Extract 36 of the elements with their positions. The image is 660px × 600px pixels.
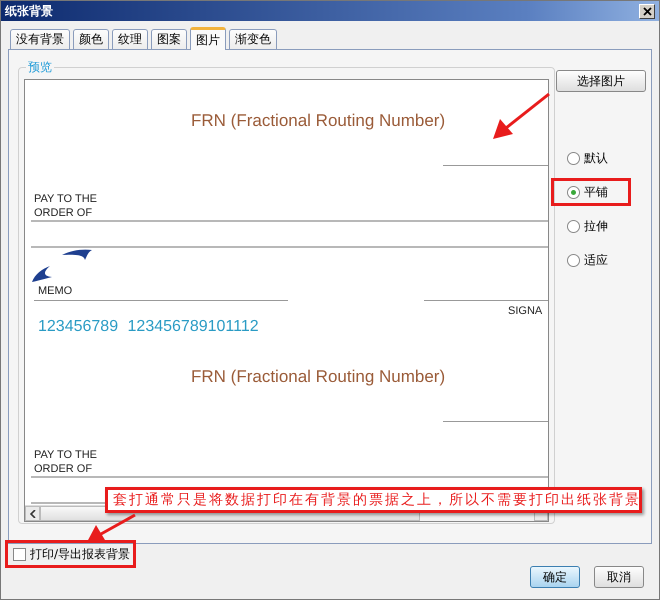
tab[interactable]: 图案 [151, 29, 187, 49]
radio-button[interactable] [567, 254, 580, 266]
tab[interactable]: 渐变色 [229, 29, 277, 49]
dialog-button[interactable]: 确定 [530, 566, 580, 588]
print-background-checkbox[interactable]: 打印/导出报表背景 [5, 540, 136, 568]
radio-option[interactable]: 拉伸 [551, 212, 631, 240]
check-title: FRN (Fractional Routing Number) [191, 111, 446, 132]
tab[interactable]: 图片 [190, 27, 226, 50]
tab[interactable]: 没有背景 [10, 29, 70, 49]
scroll-left-button[interactable] [25, 506, 40, 521]
check-label: ORDER OF [34, 462, 94, 476]
check-label: ORDER OF [34, 206, 94, 220]
tab[interactable]: 颜色 [73, 29, 109, 49]
check-label: SIGNA [508, 304, 544, 318]
radio-option[interactable]: 平铺 [551, 178, 631, 206]
check-label: PAY TO THE [34, 448, 98, 462]
radio-option[interactable]: 适应 [551, 246, 631, 274]
radio-button[interactable] [567, 220, 580, 232]
tab[interactable]: 纹理 [112, 29, 148, 49]
annotation-arrow [87, 514, 136, 542]
radio-option[interactable]: 默认 [551, 144, 631, 172]
window-title: 纸张背景 [5, 2, 53, 20]
close-button[interactable] [639, 4, 655, 18]
dialog-button[interactable]: 取消 [594, 566, 644, 588]
close-icon [642, 6, 652, 16]
annotation-tooltip: 套打通常只是将数据打印在有背景的票据之上，所以不需要打印出纸张背景 [105, 487, 642, 513]
radio-button[interactable] [567, 186, 580, 198]
check-label: PAY TO THE [34, 192, 98, 206]
annotation-arrow [493, 92, 550, 139]
choose-picture-button[interactable]: 选择图片 [556, 70, 646, 92]
check-title: FRN (Fractional Routing Number) [191, 367, 446, 388]
radio-button[interactable] [567, 152, 580, 164]
routing-number: 123456789 123456789101112 [37, 318, 260, 336]
group-legend: 预览 [26, 59, 54, 76]
checkbox[interactable] [13, 548, 26, 560]
check-label: MEMO [37, 284, 74, 298]
